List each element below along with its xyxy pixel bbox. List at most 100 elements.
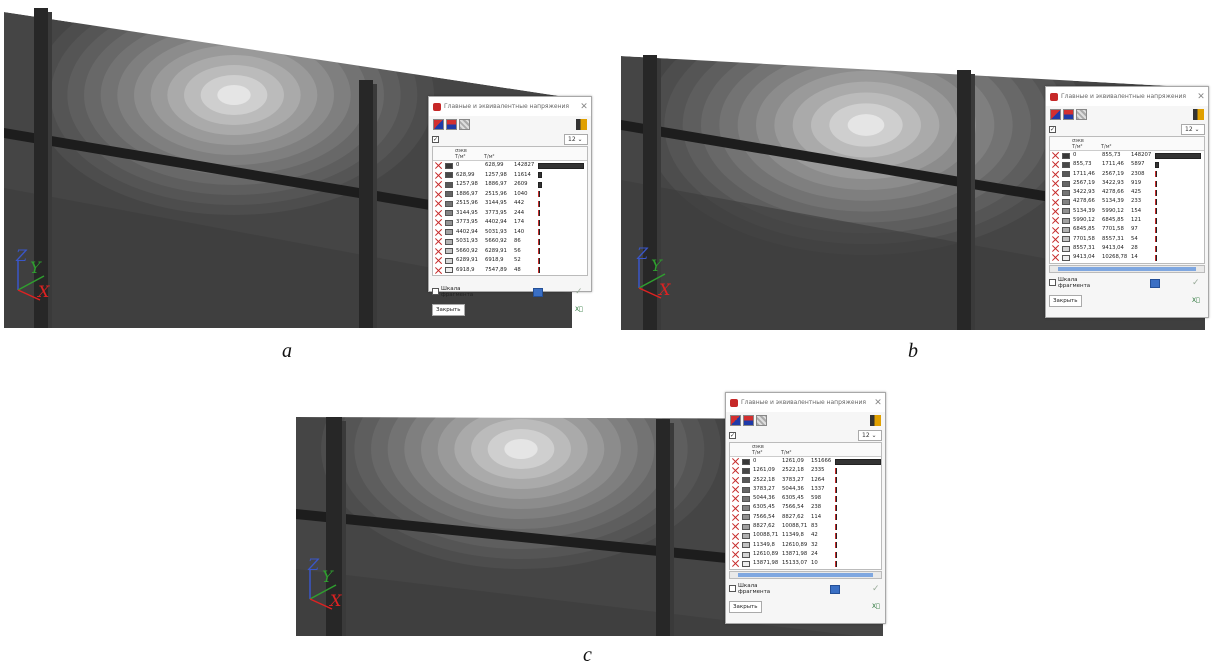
row-toggle-checkbox[interactable] [1052, 199, 1059, 206]
row-toggle-checkbox[interactable] [732, 477, 739, 484]
excel-export-icon[interactable]: X⃝ [1192, 297, 1201, 306]
color-swatch[interactable] [742, 486, 750, 493]
row-toggle-checkbox[interactable] [1052, 217, 1059, 224]
color-swatch[interactable] [445, 257, 453, 264]
color-swatch[interactable] [742, 477, 750, 484]
color-swatch[interactable] [445, 191, 453, 198]
color-swatch[interactable] [445, 210, 453, 217]
color-palette-icon[interactable] [1063, 108, 1074, 120]
color-swatch[interactable] [1062, 245, 1070, 252]
color-swatch[interactable] [1062, 152, 1070, 159]
color-palette-icon[interactable] [743, 414, 754, 426]
color-scale-icon[interactable] [1050, 108, 1061, 120]
camera-icon[interactable] [533, 288, 543, 297]
color-swatch[interactable] [445, 172, 453, 179]
row-toggle-checkbox[interactable] [732, 467, 739, 474]
row-toggle-checkbox[interactable] [435, 238, 442, 245]
row-toggle-checkbox[interactable] [732, 542, 739, 549]
intervals-select[interactable]: 12 ⌄ [1181, 123, 1205, 135]
color-swatch[interactable] [1062, 171, 1070, 178]
select-all-checkbox[interactable]: ✓ [1049, 125, 1056, 133]
row-toggle-checkbox[interactable] [732, 458, 739, 465]
color-swatch[interactable] [445, 267, 453, 274]
color-swatch[interactable] [742, 467, 750, 474]
color-swatch[interactable] [1062, 227, 1070, 234]
color-swatch[interactable] [742, 523, 750, 530]
color-scale-icon[interactable] [433, 118, 444, 130]
excel-export-icon[interactable]: X⃝ [575, 306, 584, 315]
color-swatch[interactable] [445, 200, 453, 207]
close-button[interactable]: Закрыть [1049, 294, 1082, 307]
row-toggle-checkbox[interactable] [732, 533, 739, 540]
row-toggle-checkbox[interactable] [1052, 208, 1059, 215]
color-swatch[interactable] [742, 551, 750, 558]
color-swatch[interactable] [742, 533, 750, 540]
row-toggle-checkbox[interactable] [1052, 189, 1059, 196]
row-toggle-checkbox[interactable] [1052, 236, 1059, 243]
color-swatch[interactable] [742, 542, 750, 549]
close-button[interactable]: Закрыть [729, 600, 762, 613]
export-icon[interactable] [576, 118, 587, 130]
fragment-scale-checkbox[interactable] [1049, 278, 1056, 286]
row-toggle-checkbox[interactable] [435, 200, 442, 207]
color-swatch[interactable] [445, 238, 453, 245]
row-toggle-checkbox[interactable] [1052, 171, 1059, 178]
color-scale-icon[interactable] [730, 414, 741, 426]
color-swatch[interactable] [445, 219, 453, 226]
fragment-scale-option[interactable]: Шкала фрагмента [1049, 277, 1098, 289]
color-swatch[interactable] [1062, 180, 1070, 187]
row-toggle-checkbox[interactable] [1052, 161, 1059, 168]
color-swatch[interactable] [445, 248, 453, 255]
row-toggle-checkbox[interactable] [435, 181, 442, 188]
export-icon[interactable] [870, 414, 881, 426]
color-swatch[interactable] [1062, 208, 1070, 215]
color-swatch[interactable] [1062, 236, 1070, 243]
row-toggle-checkbox[interactable] [732, 523, 739, 530]
row-toggle-checkbox[interactable] [435, 267, 442, 274]
color-swatch[interactable] [445, 162, 453, 169]
color-swatch[interactable] [1062, 254, 1070, 261]
close-icon[interactable]: ✕ [1194, 92, 1208, 102]
row-toggle-checkbox[interactable] [732, 551, 739, 558]
row-toggle-checkbox[interactable] [732, 505, 739, 512]
row-toggle-checkbox[interactable] [1052, 254, 1059, 261]
color-swatch[interactable] [742, 560, 750, 567]
row-toggle-checkbox[interactable] [435, 248, 442, 255]
intervals-select[interactable]: 12 ⌄ [564, 133, 588, 145]
color-swatch[interactable] [1062, 217, 1070, 224]
row-toggle-checkbox[interactable] [732, 486, 739, 493]
color-swatch[interactable] [742, 458, 750, 465]
row-toggle-checkbox[interactable] [732, 514, 739, 521]
row-toggle-checkbox[interactable] [1052, 152, 1059, 159]
row-toggle-checkbox[interactable] [435, 172, 442, 179]
color-swatch[interactable] [1062, 199, 1070, 206]
row-toggle-checkbox[interactable] [435, 229, 442, 236]
color-swatch[interactable] [1062, 161, 1070, 168]
color-palette-icon[interactable] [446, 118, 457, 130]
apply-check-icon[interactable]: ✓ [872, 584, 882, 594]
close-button[interactable]: Закрыть [432, 304, 465, 316]
camera-icon[interactable] [1150, 278, 1160, 288]
select-all-checkbox[interactable]: ✓ [729, 431, 736, 439]
row-toggle-checkbox[interactable] [1052, 227, 1059, 234]
row-toggle-checkbox[interactable] [1052, 180, 1059, 187]
grayscale-palette-icon[interactable] [459, 118, 470, 130]
row-toggle-checkbox[interactable] [732, 560, 739, 567]
scrollbar-thumb[interactable] [1058, 266, 1196, 271]
close-icon[interactable]: ✕ [871, 398, 885, 408]
color-swatch[interactable] [1062, 189, 1070, 196]
color-swatch[interactable] [742, 495, 750, 502]
export-icon[interactable] [1193, 108, 1204, 120]
row-toggle-checkbox[interactable] [435, 257, 442, 264]
grayscale-palette-icon[interactable] [1076, 108, 1087, 120]
row-toggle-checkbox[interactable] [1052, 245, 1059, 252]
color-swatch[interactable] [742, 514, 750, 521]
close-icon[interactable]: ✕ [577, 102, 591, 112]
intervals-select[interactable]: 12 ⌄ [858, 429, 882, 441]
color-swatch[interactable] [445, 181, 453, 188]
color-swatch[interactable] [742, 505, 750, 512]
camera-icon[interactable] [830, 584, 840, 594]
apply-check-icon[interactable]: ✓ [575, 288, 585, 297]
horizontal-scrollbar[interactable] [729, 570, 882, 579]
row-toggle-checkbox[interactable] [435, 162, 442, 169]
